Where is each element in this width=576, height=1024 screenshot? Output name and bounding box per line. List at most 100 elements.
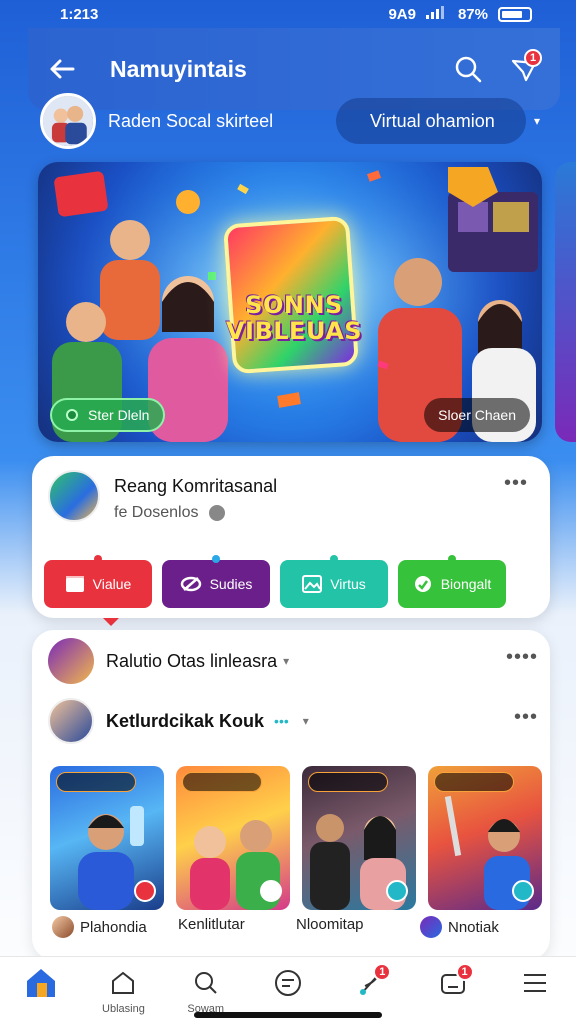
start-button-label: Ster Dleln [88, 407, 150, 423]
thumbnail-caption[interactable]: Kenlitlutar [178, 916, 245, 933]
group-subtitle-text: fe Dosenlos [114, 504, 199, 521]
nav-badge: 1 [373, 963, 392, 981]
notification-badge: 1 [524, 49, 542, 67]
group-actions: Vialue Sudies Virtus Biongalt [44, 555, 506, 608]
action-pip [212, 555, 220, 563]
thumbnail-caption[interactable]: Plahondia [52, 916, 147, 938]
search-button[interactable] [448, 49, 488, 89]
status-bar: 1:213 9A9 87% [0, 0, 576, 28]
battery-percent: 87% [457, 5, 488, 23]
video-thumbnail[interactable] [302, 766, 416, 910]
game-logo-text: SONNS VIBLEUAS [214, 292, 374, 344]
thumbnail-caption-text: Kenlitlutar [178, 916, 245, 933]
avatar[interactable] [48, 698, 94, 744]
start-button[interactable]: Ster Dleln [50, 398, 166, 432]
thumbnail-caption-text: Plahondia [80, 918, 147, 936]
action-pip [94, 555, 102, 563]
mode-dropdown-label: Virtual ohamion [369, 110, 495, 131]
video-thumbnail[interactable] [176, 766, 290, 910]
nav-inbox[interactable]: 1 [418, 963, 488, 1003]
user-name: Raden Socal skirteel [108, 110, 274, 131]
status-indicator-text: 9A9 [388, 5, 416, 23]
action-label: Vialue [92, 576, 132, 592]
signal-icon [425, 5, 448, 23]
nav-home[interactable] [6, 965, 76, 1003]
feed-row-name: Ralutio Otas linleasra [106, 650, 278, 671]
nav-label: Ublasing [102, 1003, 145, 1015]
action-biongalt-button[interactable]: Biongalt [398, 555, 506, 608]
hero-banner[interactable]: SONNS VIBLEUAS Ster Dleln Sloer Chaen [38, 162, 542, 442]
video-thumbnails [50, 766, 542, 910]
nav-create[interactable]: 1 [335, 963, 405, 1003]
chevron-down-icon[interactable]: ▾ [534, 114, 540, 128]
group-title[interactable]: Reang Komritasanal [114, 476, 277, 497]
image-icon [302, 575, 323, 593]
house-outline-icon [109, 965, 137, 1001]
film-icon [65, 576, 84, 592]
notifications-button[interactable]: 1 [504, 49, 544, 89]
home-icon [23, 965, 59, 1001]
feed-row[interactable]: Ketlurdcikak Kouk ••• ▾ ••• [48, 698, 538, 744]
video-thumbnail[interactable] [428, 766, 542, 910]
avatar [52, 916, 74, 938]
action-virtus-button[interactable]: Virtus [280, 555, 388, 608]
battery-icon [498, 6, 532, 22]
action-pip [448, 555, 456, 563]
feed-card: Ralutio Otas linleasra ▾ •••• Ketlurdcik… [32, 630, 550, 960]
group-subtitle: fe Dosenlos [114, 504, 225, 522]
back-button[interactable] [44, 51, 80, 87]
share-chance-button[interactable]: Sloer Chaen [424, 398, 530, 432]
more-options-icon[interactable]: ••• [514, 706, 538, 729]
thumbnail-caption-text: Nloomitap [296, 916, 364, 933]
nav-badge: 1 [455, 963, 474, 981]
page-title: Namuyintais [110, 55, 247, 82]
pointer-caret-icon [103, 618, 119, 626]
status-time: 1:213 [60, 5, 99, 23]
video-thumbnail[interactable] [50, 766, 164, 910]
arrow-left-icon [50, 59, 75, 79]
nav-menu[interactable] [500, 965, 570, 1003]
user-row: Raden Socal skirteel Virtual ohamion ▾ [40, 93, 540, 149]
share-icon[interactable] [134, 880, 156, 902]
nav-sowam[interactable]: Sowam [171, 965, 241, 1015]
share-icon[interactable] [386, 880, 408, 902]
nav-chat[interactable] [253, 965, 323, 1003]
mode-dropdown[interactable]: Virtual ohamion [335, 98, 526, 144]
group-header [48, 470, 100, 522]
share-icon[interactable] [260, 880, 282, 902]
feed-row[interactable]: Ralutio Otas linleasra ▾ •••• [48, 638, 538, 684]
thumbnail-caption[interactable]: Nnotiak [420, 916, 499, 938]
avatar[interactable] [40, 93, 96, 149]
chevron-down-icon[interactable]: ▾ [283, 654, 289, 668]
share-chance-label: Sloer Chaen [438, 407, 516, 423]
more-options-icon[interactable]: ••• [504, 472, 528, 495]
nav-ublasing[interactable]: Ublasing [88, 965, 158, 1015]
chat-icon [414, 576, 431, 592]
game-logo-line2: VIBLEUAS [225, 317, 363, 345]
status-indicators: 9A9 87% [388, 5, 532, 23]
link-icon [180, 576, 201, 592]
group-avatar[interactable] [48, 470, 100, 522]
typing-dots-icon: ••• [274, 713, 289, 729]
home-indicator[interactable] [194, 1012, 382, 1018]
search-icon [192, 965, 220, 1001]
thumbnail-caption-text: Nnotiak [448, 918, 499, 936]
action-label: Virtus [330, 576, 366, 592]
avatar[interactable] [48, 638, 94, 684]
location-icon [208, 504, 225, 521]
more-options-icon[interactable]: •••• [506, 646, 538, 669]
action-label: Sudies [209, 576, 253, 592]
share-icon[interactable] [512, 880, 534, 902]
start-dot-icon [66, 409, 78, 421]
chat-bubble-icon [273, 965, 303, 1001]
action-label: Biongalt [440, 576, 492, 592]
thumbnail-caption[interactable]: Nloomitap [296, 916, 364, 933]
action-pip [330, 555, 338, 563]
avatar [420, 916, 442, 938]
chevron-down-icon[interactable]: ▾ [303, 714, 309, 728]
menu-icon [521, 965, 549, 1001]
action-sudies-button[interactable]: Sudies [162, 555, 270, 608]
search-icon [455, 56, 482, 83]
next-banner-peek[interactable] [555, 162, 576, 442]
action-vialue-button[interactable]: Vialue [44, 555, 152, 608]
